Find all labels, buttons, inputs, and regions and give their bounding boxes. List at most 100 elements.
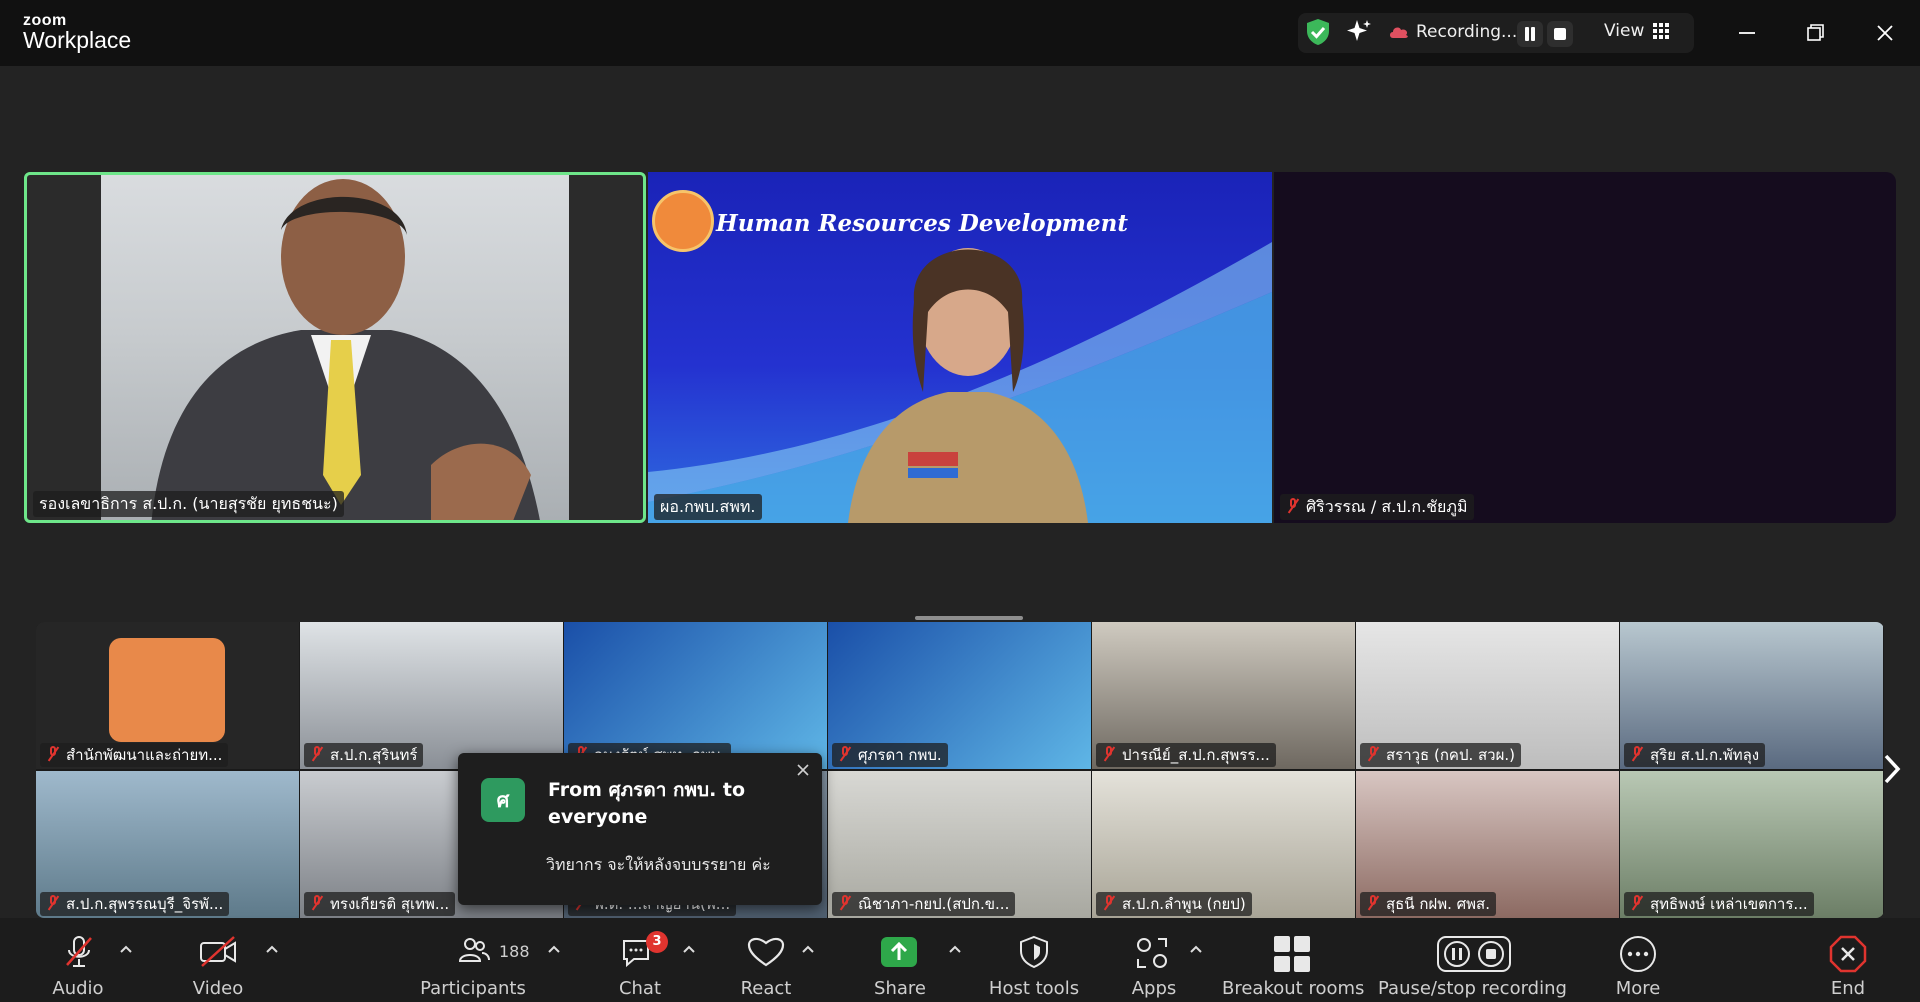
video-button[interactable]: Video [170, 918, 266, 1002]
gallery-tile[interactable]: สุธนี กฝพ. ศพส. [1356, 771, 1619, 918]
hrd-logo-badge [652, 190, 714, 252]
audio-label: Audio [52, 978, 104, 999]
stop-recording-button[interactable] [1547, 21, 1573, 47]
participant-name: ปารณีย์_ส.ป.ก.สุพรร... [1096, 743, 1276, 767]
gallery-tile[interactable]: ส.ป.ก.สุรินทร์ [300, 622, 563, 769]
audio-button[interactable]: Audio [30, 918, 126, 1002]
muted-mic-icon [838, 746, 852, 762]
breakout-rooms-label: Breakout rooms [1222, 978, 1365, 999]
app-logo-bottom: Workplace [23, 27, 132, 53]
apps-label: Apps [1131, 978, 1177, 999]
apps-button[interactable]: Apps [1114, 918, 1194, 1002]
chat-options-chevron-icon[interactable] [682, 944, 696, 954]
audio-options-chevron-icon[interactable] [119, 944, 133, 954]
minimize-window-icon[interactable] [1730, 16, 1764, 50]
participant-name: สุทธิพงษ์ เหล่าเขตการ... [1624, 892, 1814, 916]
speaker-name-3: ศิริวรรณ / ส.ป.ก.ชัยภูมิ [1280, 494, 1474, 520]
pause-recording-button[interactable] [1517, 21, 1543, 47]
participants-icon [458, 938, 490, 962]
gallery-tile[interactable]: ปารณีย์_ส.ป.ก.สุพรร... [1092, 622, 1355, 769]
end-label: End [1830, 978, 1866, 999]
chat-notification-popup[interactable]: ศ From ศุภรดา กพบ. to everyone วิทยากร จ… [458, 753, 822, 905]
chat-notification-message: วิทยากร จะให้หลังจบบรรยาย ค่ะ [546, 855, 771, 874]
view-button-label[interactable]: View [1604, 21, 1644, 41]
participant-name: สราวุธ (กคป. สวผ.) [1360, 743, 1521, 767]
muted-mic-icon [310, 746, 324, 762]
gallery-tile[interactable]: สำนักพัฒนาและถ่ายท... [36, 622, 299, 769]
share-button[interactable]: Share [860, 918, 940, 1002]
host-tools-label: Host tools [988, 978, 1080, 999]
react-options-chevron-icon[interactable] [801, 944, 815, 954]
speaker-name-1: รองเลขาธิการ ส.ป.ก. (นายสุรชัย ยุทธชนะ) [33, 491, 344, 517]
breakout-rooms-icon [1274, 936, 1310, 972]
participant-name: สุธนี กฝพ. ศพส. [1360, 892, 1496, 916]
close-icon[interactable] [794, 761, 812, 779]
gallery-resize-handle[interactable] [915, 616, 1023, 620]
muted-mic-icon [1102, 746, 1116, 762]
gallery-tile[interactable]: ส.ป.ก.สุพรรณบุรี_จิรพั... [36, 771, 299, 918]
muted-mic-icon [1630, 746, 1644, 762]
video-off-icon [200, 936, 236, 967]
grid-view-icon[interactable] [1653, 23, 1669, 39]
muted-microphone-icon [66, 936, 92, 967]
pause-stop-recording-button[interactable]: Pause/stop recording [1378, 918, 1567, 1002]
participant-count: 188 [499, 942, 530, 961]
share-options-chevron-icon[interactable] [948, 944, 962, 954]
participant-name: ส.ป.ก.สุรินทร์ [304, 743, 424, 767]
gallery-tile[interactable]: อนงรัตน์ สพท. กพบ. [564, 622, 827, 769]
encryption-shield-icon[interactable] [1305, 18, 1331, 46]
shield-icon [1020, 935, 1048, 969]
speaker-person-figure-2 [848, 248, 1088, 523]
participants-options-chevron-icon[interactable] [547, 944, 561, 954]
gallery-tile[interactable]: สราวุธ (กคป. สวผ.) [1356, 622, 1619, 769]
heart-icon [747, 937, 785, 967]
breakout-rooms-button[interactable]: Breakout rooms [1222, 918, 1365, 1002]
more-label: More [1615, 978, 1661, 999]
gallery-tile[interactable]: สุทธิพงษ์ เหล่าเขตการ... [1620, 771, 1883, 918]
muted-mic-icon [1286, 498, 1300, 514]
chat-button[interactable]: Chat [600, 918, 680, 1002]
apps-options-chevron-icon[interactable] [1189, 944, 1203, 954]
gallery-tile[interactable]: ศุภรดา กพบ. [828, 622, 1091, 769]
muted-mic-icon [46, 746, 60, 762]
speaker-tile-2[interactable]: Human Resources Development ผอ.กพบ.สพท. [648, 172, 1272, 523]
hrd-logo-avatar [109, 638, 225, 742]
video-options-chevron-icon[interactable] [265, 944, 279, 954]
muted-mic-icon [310, 895, 324, 911]
participants-label: Participants [420, 978, 526, 999]
gallery-tile[interactable]: ณิชาภา-กยป.(สปก.ข... [828, 771, 1091, 918]
share-screen-icon [881, 937, 917, 967]
gallery-tile[interactable]: สุริย ส.ป.ก.พัทลุง [1620, 622, 1883, 769]
ai-companion-icon[interactable] [1345, 18, 1373, 46]
pause-stop-recording-label: Pause/stop recording [1378, 978, 1567, 999]
end-meeting-icon [1829, 935, 1867, 973]
speaker-tile-1[interactable]: รองเลขาธิการ ส.ป.ก. (นายสุรชัย ยุทธชนะ) [24, 172, 646, 523]
react-label: React [740, 978, 792, 999]
participant-name: สุริย ส.ป.ก.พัทลุง [1624, 743, 1766, 767]
muted-mic-icon [46, 895, 60, 911]
cloud-recording-icon [1390, 27, 1408, 38]
gallery-tile[interactable]: ส.ป.ก.ลำพูน (กยป) [1092, 771, 1355, 918]
muted-mic-icon [1366, 895, 1380, 911]
speaker-tile-3[interactable]: ศิริวรรณ / ส.ป.ก.ชัยภูมิ [1274, 172, 1896, 523]
react-button[interactable]: React [726, 918, 806, 1002]
muted-mic-icon [1630, 895, 1644, 911]
participant-name: ส.ป.ก.สุพรรณบุรี_จิรพั... [40, 892, 230, 916]
more-options-icon [1620, 936, 1656, 972]
restore-window-icon[interactable] [1799, 16, 1833, 50]
speaker-name-2: ผอ.กพบ.สพท. [654, 494, 762, 520]
participant-name: ทรงเกียรติ สุเทพ... [304, 892, 456, 916]
participant-name: สำนักพัฒนาและถ่ายท... [40, 743, 229, 767]
participant-gallery: สำนักพัฒนาและถ่ายท... ส.ป.ก.สุรินทร์ อนง… [36, 622, 1884, 918]
sender-avatar: ศ [481, 778, 525, 822]
end-meeting-button[interactable]: End [1808, 918, 1888, 1002]
chat-unread-badge: 3 [646, 931, 668, 953]
recording-status-text: Recording... [1416, 22, 1518, 42]
close-window-icon[interactable] [1868, 16, 1902, 50]
pause-stop-recording-icon [1437, 936, 1511, 972]
host-tools-button[interactable]: Host tools [980, 918, 1088, 1002]
more-button[interactable]: More [1598, 918, 1678, 1002]
next-page-arrow-icon[interactable] [1880, 752, 1904, 786]
speaker-video-1 [101, 175, 569, 520]
chat-label: Chat [618, 978, 662, 999]
